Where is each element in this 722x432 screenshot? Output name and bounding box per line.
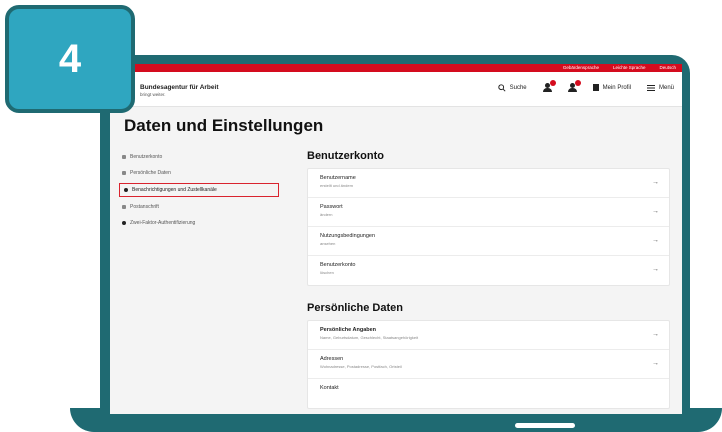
user-icon bbox=[542, 80, 556, 92]
sidebar-item-persoenliche-daten[interactable]: Persönliche Daten bbox=[122, 167, 297, 179]
sidebar-item-zwei-faktor[interactable]: Zwei-Faktor-Authentifizierung bbox=[122, 217, 297, 229]
mail-icon bbox=[122, 205, 126, 209]
header-nav: Suche Mein Profil Menü bbox=[497, 80, 674, 92]
menu-button[interactable]: Menü bbox=[646, 84, 674, 91]
row-title: Persönliche Angaben bbox=[320, 327, 377, 333]
brand-name: Bundesagentur für Arbeit bbox=[140, 84, 219, 91]
brand-logo[interactable]: Bundesagentur für Arbeit bringt weiter. bbox=[140, 84, 219, 97]
sidebar-item-benutzerkonto[interactable]: Benutzerkonto bbox=[122, 151, 297, 163]
top-utility-bar: Gebärdensprache Leichte Sprache Deutsch bbox=[110, 64, 682, 72]
person-icon bbox=[122, 171, 126, 175]
search-label: Suche bbox=[509, 84, 527, 91]
page-title: Daten und Einstellungen bbox=[124, 116, 324, 135]
site-header: Bundesagentur für Arbeit bringt weiter. … bbox=[110, 72, 682, 107]
arrow-right-icon: → bbox=[652, 237, 659, 244]
row-title: Adressen bbox=[320, 356, 344, 362]
search-button[interactable]: Suche bbox=[497, 83, 527, 92]
list-item-konto-loeschen[interactable]: Benutzerkonto löschen → bbox=[308, 256, 669, 285]
profile-label: Mein Profil bbox=[602, 84, 631, 91]
row-subtitle: Wohnadresse, Postadresse, Postfach, Orts… bbox=[320, 364, 402, 369]
shield-icon bbox=[122, 221, 126, 225]
sidebar-item-label: Persönliche Daten bbox=[130, 170, 171, 176]
sidebar-item-benachrichtigungen[interactable]: Benachrichtigungen und Zustellkanäle bbox=[119, 183, 279, 197]
row-title: Passwort bbox=[320, 204, 343, 210]
row-subtitle: löschen bbox=[320, 270, 334, 275]
row-subtitle: Name, Geburtsdatum, Geschlecht, Staatsan… bbox=[320, 335, 419, 340]
bell-icon bbox=[124, 188, 128, 192]
topbar-link-sign-language[interactable]: Gebärdensprache bbox=[563, 64, 599, 72]
profile-button[interactable]: Mein Profil bbox=[592, 84, 631, 91]
arrow-right-icon: → bbox=[652, 360, 659, 367]
laptop-trackpad-slot bbox=[515, 423, 575, 428]
list-item-benutzername[interactable]: Benutzername erstellt und ändern → bbox=[308, 169, 669, 198]
sidebar-item-postanschrift[interactable]: Postanschrift bbox=[122, 201, 297, 213]
arrow-right-icon: → bbox=[652, 331, 659, 338]
row-title: Benutzerkonto bbox=[320, 262, 356, 268]
row-subtitle: ansehen bbox=[320, 241, 336, 246]
topbar-link-easy-language[interactable]: Leichte Sprache bbox=[613, 64, 646, 72]
lock-icon bbox=[122, 155, 126, 159]
sidebar-item-label: Postanschrift bbox=[130, 204, 159, 210]
laptop-screen: Gebärdensprache Leichte Sprache Deutsch … bbox=[110, 64, 682, 414]
step-number: 4 bbox=[58, 36, 82, 81]
persoenliche-daten-card: Persönliche Angaben Name, Geburtsdatum, … bbox=[307, 320, 670, 409]
list-item-persoenliche-angaben[interactable]: Persönliche Angaben Name, Geburtsdatum, … bbox=[308, 321, 669, 350]
sidebar-item-label: Benutzerkonto bbox=[130, 154, 163, 160]
profile-icon bbox=[592, 84, 599, 91]
sidebar-item-label: Zwei-Faktor-Authentifizierung bbox=[130, 220, 196, 226]
main-content: Benutzerkonto Benutzername erstellt und … bbox=[307, 146, 670, 409]
notifications-button[interactable] bbox=[542, 80, 556, 92]
brand-tagline: bringt weiter. bbox=[140, 92, 166, 97]
list-item-passwort[interactable]: Passwort ändern → bbox=[308, 198, 669, 227]
section-title-benutzerkonto: Benutzerkonto bbox=[307, 150, 384, 162]
arrow-right-icon: → bbox=[652, 208, 659, 215]
menu-label: Menü bbox=[658, 84, 674, 91]
topbar-link-language[interactable]: Deutsch bbox=[659, 64, 676, 72]
row-title: Nutzungsbedingungen bbox=[320, 233, 376, 239]
list-item-kontakt[interactable]: Kontakt bbox=[308, 379, 669, 408]
sidebar-item-label: Benachrichtigungen und Zustellkanäle bbox=[132, 187, 217, 193]
row-subtitle: ändern bbox=[320, 212, 333, 217]
sidebar-nav: Benutzerkonto Persönliche Daten Benachri… bbox=[119, 151, 297, 233]
user-icon bbox=[567, 80, 581, 92]
step-badge: 4 bbox=[5, 5, 135, 113]
benutzerkonto-card: Benutzername erstellt und ändern → Passw… bbox=[307, 168, 670, 286]
row-subtitle: erstellt und ändern bbox=[320, 183, 354, 188]
arrow-right-icon: → bbox=[652, 179, 659, 186]
hamburger-icon bbox=[646, 84, 655, 91]
search-icon bbox=[497, 83, 506, 92]
section-title-persoenliche-daten: Persönliche Daten bbox=[307, 302, 403, 314]
list-item-nutzungsbedingungen[interactable]: Nutzungsbedingungen ansehen → bbox=[308, 227, 669, 256]
list-item-adressen[interactable]: Adressen Wohnadresse, Postadresse, Postf… bbox=[308, 350, 669, 379]
messages-button[interactable] bbox=[567, 80, 581, 92]
row-title: Benutzername bbox=[320, 175, 356, 181]
row-title: Kontakt bbox=[320, 385, 339, 391]
arrow-right-icon: → bbox=[652, 266, 659, 273]
